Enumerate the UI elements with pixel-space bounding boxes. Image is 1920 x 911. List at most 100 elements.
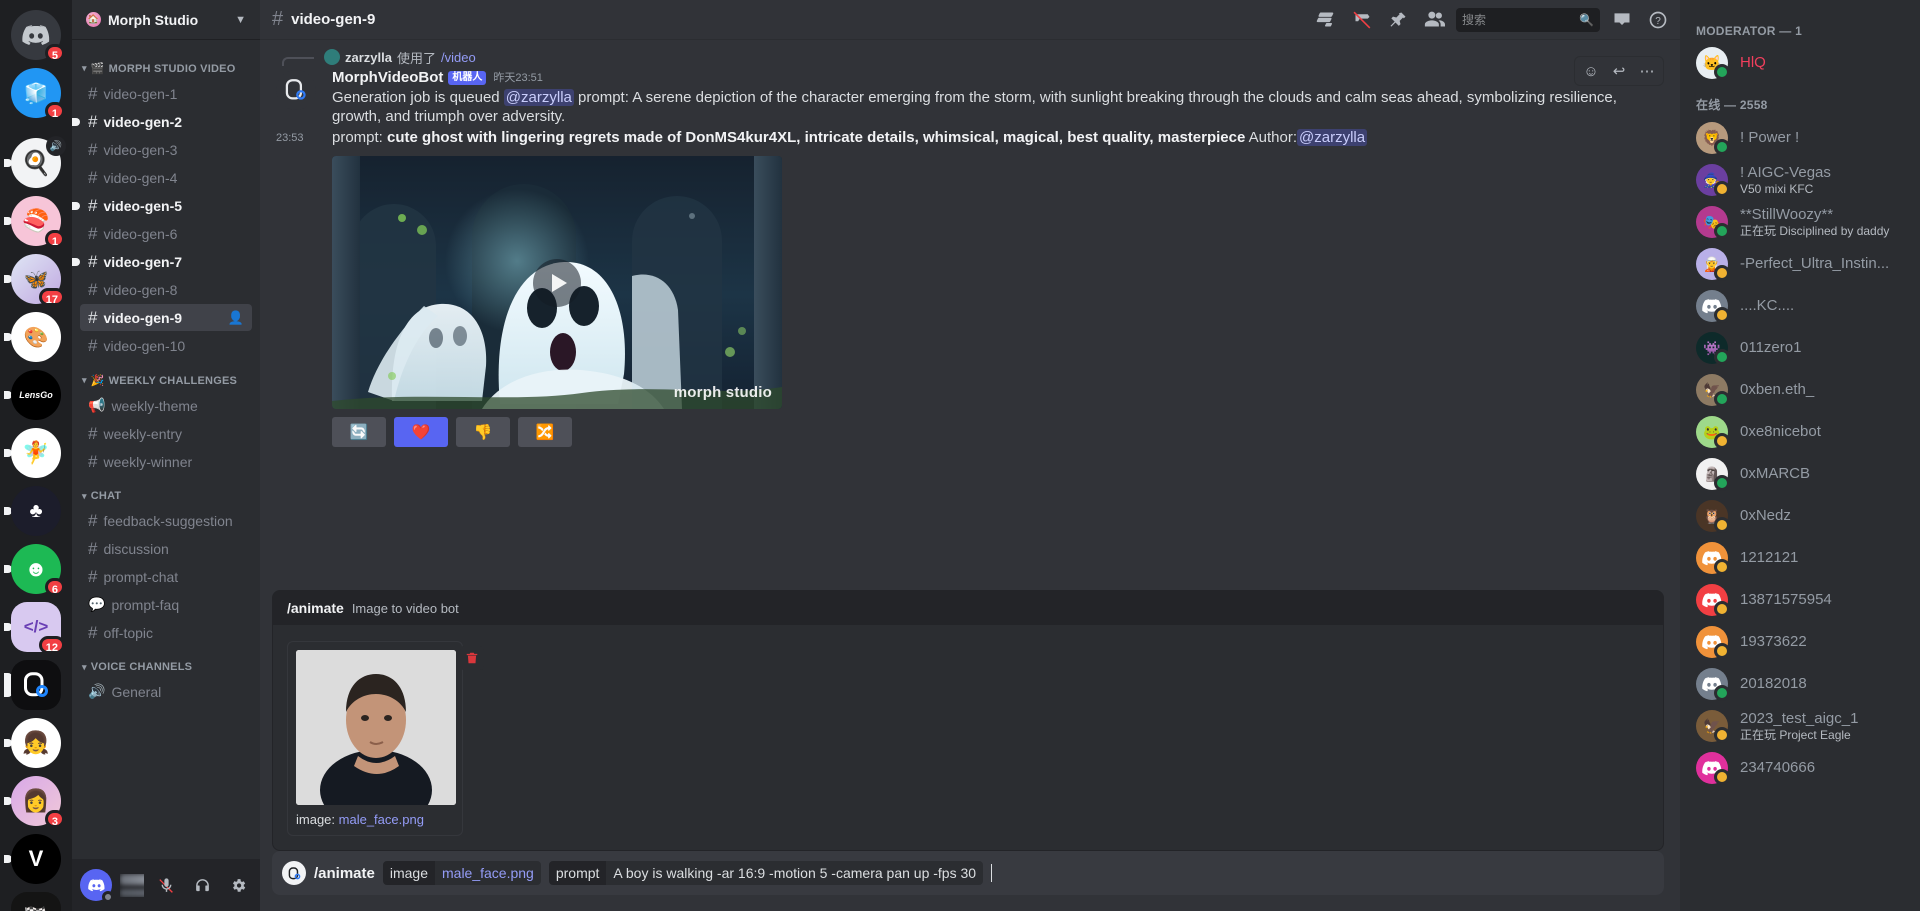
list-item[interactable]: 🧝 -Perfect_Ultra_Instin... bbox=[1688, 243, 1912, 285]
list-item[interactable]: 234740666 bbox=[1688, 747, 1912, 789]
category-voice-channels[interactable]: ▾ VOICE CHANNELS bbox=[72, 647, 260, 677]
sidebar-item-video-gen-3[interactable]: # video-gen-3 bbox=[80, 136, 252, 163]
server-icon[interactable]: 🏁 bbox=[11, 892, 61, 911]
guild-dragonfly-server[interactable]: 🦋 17 bbox=[4, 254, 65, 306]
guild-palette-server[interactable]: 🎨 bbox=[4, 312, 64, 362]
list-item[interactable]: 🦅 0xben.eth_ bbox=[1688, 369, 1912, 411]
attachment-card[interactable]: image: male_face.png bbox=[287, 641, 484, 836]
gear-icon[interactable] bbox=[224, 871, 252, 899]
message-author[interactable]: MorphVideoBot bbox=[332, 68, 443, 88]
guild-green-smiley-server[interactable]: ☻ 6 bbox=[4, 544, 65, 596]
sidebar-item-video-gen-5[interactable]: # video-gen-5 bbox=[72, 192, 252, 219]
headphones-icon[interactable] bbox=[188, 871, 216, 899]
list-item[interactable]: 🐱 HlQ bbox=[1688, 42, 1912, 84]
video-attachment[interactable]: morph studio bbox=[332, 156, 782, 409]
avatar[interactable] bbox=[80, 869, 114, 903]
sidebar-item-video-gen-10[interactable]: # video-gen-10 bbox=[80, 332, 252, 359]
regenerate-button[interactable]: 🔄 bbox=[332, 417, 386, 447]
sidebar-item-prompt-faq[interactable]: 💬 prompt-faq bbox=[80, 591, 252, 618]
pin-icon[interactable] bbox=[1384, 6, 1412, 34]
author-mention[interactable]: @zarzylla bbox=[1297, 129, 1368, 146]
channel-list[interactable]: ▾ 🎬 MORPH STUDIO VIDEO # video-gen-1 # vid… bbox=[72, 40, 260, 859]
sidebar-item-General[interactable]: 🔊 General bbox=[80, 678, 252, 705]
list-item[interactable]: 🐸 0xe8nicebot bbox=[1688, 411, 1912, 453]
guild-anime-girl2-server[interactable]: 👧 bbox=[4, 718, 64, 768]
list-item[interactable]: 🦅 2023_test_aigc_1 正在玩 Project Eagle bbox=[1688, 705, 1912, 747]
play-button[interactable] bbox=[533, 258, 581, 307]
server-icon[interactable]: 👧 bbox=[11, 718, 61, 768]
guild-egg-server[interactable]: 🍳 🔊 bbox=[4, 136, 66, 188]
server-icon[interactable]: ♣ bbox=[11, 486, 61, 536]
sidebar-item-video-gen-2[interactable]: # video-gen-2 bbox=[72, 108, 252, 135]
list-item[interactable]: 👾 011zero1 bbox=[1688, 327, 1912, 369]
trash-icon[interactable] bbox=[460, 646, 484, 670]
help-icon[interactable]: ? bbox=[1644, 6, 1672, 34]
list-item[interactable]: 🗿 0xMARCB bbox=[1688, 453, 1912, 495]
sidebar-item-weekly-entry[interactable]: # weekly-entry bbox=[80, 420, 252, 447]
server-header[interactable]: 🏠 Morph Studio ▼ bbox=[72, 0, 260, 40]
category-weekly-challenges[interactable]: ▾ 🎉 WEEKLY CHALLENGES bbox=[72, 360, 260, 391]
guild-discord-home[interactable]: 5 bbox=[8, 10, 65, 62]
avatar[interactable] bbox=[276, 70, 316, 110]
add-member-icon[interactable]: 👤 bbox=[228, 310, 244, 326]
guild-new-server[interactable]: 🏁 新的 bbox=[8, 892, 64, 911]
guild-v-logo-server[interactable]: V bbox=[4, 834, 64, 884]
add-reaction-icon[interactable]: ☺ bbox=[1577, 58, 1605, 84]
list-item[interactable]: 1212121 bbox=[1688, 537, 1912, 579]
server-icon[interactable]: 🧚 bbox=[11, 428, 61, 478]
category-chat[interactable]: ▾ CHAT bbox=[72, 476, 260, 506]
list-item[interactable]: 🎭 **StillWoozy** 正在玩 Disciplined by dadd… bbox=[1688, 201, 1912, 243]
guild-blue-cube-server[interactable]: 🧊 1 bbox=[8, 68, 65, 120]
sidebar-item-discussion[interactable]: # discussion bbox=[80, 535, 252, 562]
list-item[interactable]: 13871575954 bbox=[1688, 579, 1912, 621]
sidebar-item-off-topic[interactable]: # off-topic bbox=[80, 619, 252, 646]
message-list[interactable]: zarzylla 使用了 /video MorphVideoBot 机器人 昨天… bbox=[260, 40, 1680, 590]
guild-morph-studio-server[interactable] bbox=[4, 660, 64, 710]
threads-icon[interactable] bbox=[1312, 6, 1340, 34]
message-composer[interactable]: /animate image male_face.png prompt A bo… bbox=[272, 851, 1664, 895]
mic-muted-icon[interactable] bbox=[152, 871, 180, 899]
sidebar-item-video-gen-1[interactable]: # video-gen-1 bbox=[80, 80, 252, 107]
notification-bell-icon[interactable] bbox=[1348, 6, 1376, 34]
sidebar-item-feedback-suggestion[interactable]: # feedback-suggestion bbox=[80, 507, 252, 534]
guild-trefoil-server[interactable]: ♣ bbox=[4, 486, 64, 536]
category-morph-studio-video[interactable]: ▾ 🎬 MORPH STUDIO VIDEO bbox=[72, 48, 260, 79]
server-icon[interactable]: V bbox=[11, 834, 61, 884]
list-item[interactable]: 19373622 bbox=[1688, 621, 1912, 663]
more-icon[interactable]: ⋯ bbox=[1633, 58, 1661, 84]
shuffle-button[interactable]: 🔀 bbox=[518, 417, 572, 447]
guild-code-server[interactable]: </> 12 bbox=[4, 602, 65, 654]
sidebar-item-video-gen-9[interactable]: # video-gen-9 👤 bbox=[80, 304, 252, 331]
dislike-button[interactable]: 👎 bbox=[456, 417, 510, 447]
server-icon[interactable]: LensGo bbox=[11, 370, 61, 420]
sidebar-item-video-gen-4[interactable]: # video-gen-4 bbox=[80, 164, 252, 191]
members-icon[interactable] bbox=[1420, 6, 1448, 34]
list-item[interactable]: 20182018 bbox=[1688, 663, 1912, 705]
reply-reference[interactable]: zarzylla 使用了 /video bbox=[282, 48, 1680, 66]
list-item[interactable]: 🧙 ! AIGC-Vegas V50 mixi KFC bbox=[1688, 159, 1912, 201]
sidebar-item-video-gen-7[interactable]: # video-gen-7 bbox=[72, 248, 252, 275]
sidebar-item-weekly-winner[interactable]: # weekly-winner bbox=[80, 448, 252, 475]
guild-lensgo-server[interactable]: LensGo bbox=[4, 370, 64, 420]
user-mention[interactable]: @zarzylla bbox=[503, 89, 574, 106]
guild-sushi-server[interactable]: 🍣 1 bbox=[4, 196, 65, 248]
list-item[interactable]: 🦁 ! Power ! bbox=[1688, 117, 1912, 159]
reply-icon[interactable]: ↩ bbox=[1605, 58, 1633, 84]
inbox-icon[interactable] bbox=[1608, 6, 1636, 34]
like-button[interactable]: ❤️ bbox=[394, 417, 448, 447]
next-message-preview bbox=[260, 457, 1680, 471]
composer-chip-image[interactable]: image male_face.png bbox=[382, 861, 541, 885]
list-item[interactable]: ....KC.... bbox=[1688, 285, 1912, 327]
member-list[interactable]: MODERATOR — 1 🐱 HlQ 在线 — 2558 🦁 ! Power … bbox=[1680, 0, 1920, 911]
server-icon[interactable]: 🎨 bbox=[11, 312, 61, 362]
sidebar-item-video-gen-8[interactable]: # video-gen-8 bbox=[80, 276, 252, 303]
sidebar-item-video-gen-6[interactable]: # video-gen-6 bbox=[80, 220, 252, 247]
sidebar-item-weekly-theme[interactable]: 📢 weekly-theme bbox=[80, 392, 252, 419]
search-input[interactable]: 搜索 🔍 bbox=[1456, 7, 1600, 32]
guild-anime-girl-server[interactable]: 🧚 bbox=[4, 428, 64, 478]
composer-chip-prompt[interactable]: prompt A boy is walking -ar 16:9 -motion… bbox=[548, 861, 984, 885]
guild-portrait-server[interactable]: 👩 3 bbox=[4, 776, 65, 828]
server-icon[interactable] bbox=[11, 660, 61, 710]
list-item[interactable]: 🦉 0xNedz bbox=[1688, 495, 1912, 537]
sidebar-item-prompt-chat[interactable]: # prompt-chat bbox=[80, 563, 252, 590]
